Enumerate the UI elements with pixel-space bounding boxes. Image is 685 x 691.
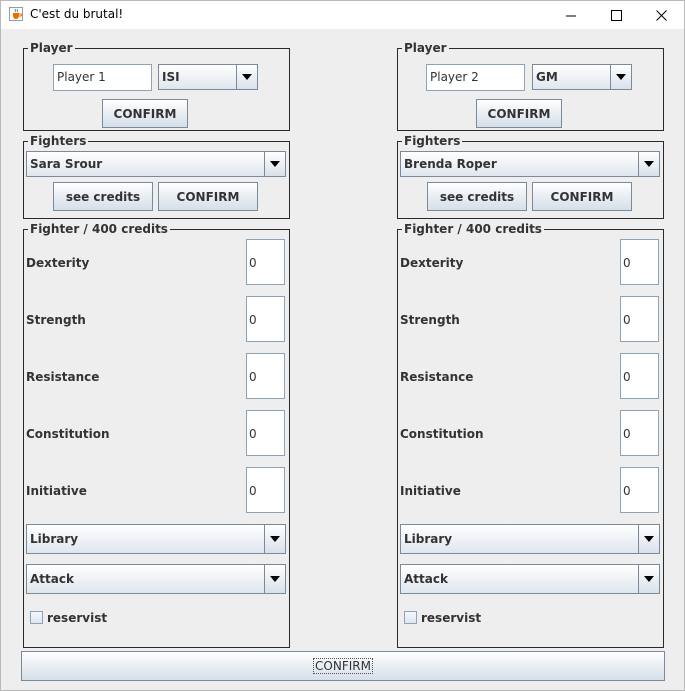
player-1-reservist-label: reservist (47, 611, 108, 625)
player-2-strategy-value: Library (404, 532, 453, 546)
minimize-button[interactable] (548, 1, 594, 29)
player-2-school-select[interactable]: GM (532, 64, 632, 90)
player-2-strength-field[interactable]: 0 (620, 296, 659, 342)
player-2-strength-label: Strength (400, 313, 460, 327)
close-button[interactable] (638, 1, 684, 29)
player-1-dexterity-label: Dexterity (26, 256, 90, 270)
player-2-fighter-confirm-button[interactable]: CONFIRM (532, 182, 632, 211)
player-1-action-value: Attack (30, 572, 74, 586)
player-1-school-value: ISI (162, 70, 180, 84)
chevron-down-icon (638, 565, 659, 593)
player-2-see-credits-button[interactable]: see credits (427, 182, 527, 211)
player-2-confirm-button[interactable]: CONFIRM (476, 99, 562, 128)
player-1-fighter-select[interactable]: Sara Srour (26, 151, 286, 177)
title-bar: C'est du brutal! (1, 1, 684, 29)
player-2-initiative-label: Initiative (400, 484, 461, 498)
player-1-constitution-field[interactable]: 0 (246, 410, 285, 456)
app-window: C'est du brutal! Player Player 1 ISI CON… (0, 0, 685, 691)
confirm-all-button[interactable]: CONFIRM (21, 651, 665, 681)
player-2-action-value: Attack (404, 572, 448, 586)
player-1-strategy-select[interactable]: Library (26, 524, 286, 554)
player-2-resistance-field[interactable]: 0 (620, 353, 659, 399)
player-1-fighter-confirm-button[interactable]: CONFIRM (158, 182, 258, 211)
player-1-dexterity-field[interactable]: 0 (246, 239, 285, 285)
player-1-strength-field[interactable]: 0 (246, 296, 285, 342)
player-2-initiative-field[interactable]: 0 (620, 467, 659, 513)
player-1-strategy-value: Library (30, 532, 79, 546)
player-2-school-value: GM (536, 70, 558, 84)
player-2-stats-legend: Fighter / 400 credits (402, 222, 544, 236)
player-2-constitution-label: Constitution (400, 427, 484, 441)
java-cup-icon (9, 7, 23, 21)
player-1-initiative-field[interactable]: 0 (246, 467, 285, 513)
minimize-icon (565, 15, 576, 16)
player-2-action-select[interactable]: Attack (400, 564, 660, 594)
player-2-reservist-label: reservist (421, 611, 482, 625)
player-1-initiative-label: Initiative (26, 484, 87, 498)
player-1-fighters-legend: Fighters (28, 134, 89, 148)
chevron-down-icon (264, 525, 285, 553)
player-2-reservist-checkbox[interactable] (404, 611, 417, 624)
player-1-action-select[interactable]: Attack (26, 564, 286, 594)
player-1-strength-label: Strength (26, 313, 86, 327)
player-2-dexterity-label: Dexterity (400, 256, 464, 270)
chevron-down-icon (264, 565, 285, 593)
chevron-down-icon (236, 65, 257, 89)
player-1-school-select[interactable]: ISI (158, 64, 258, 90)
chevron-down-icon (264, 152, 285, 176)
player-2-strategy-select[interactable]: Library (400, 524, 660, 554)
player-1-stats-legend: Fighter / 400 credits (28, 222, 170, 236)
chevron-down-icon (638, 525, 659, 553)
player-1-resistance-label: Resistance (26, 370, 100, 384)
player-1-legend: Player (28, 41, 75, 55)
player-2-fighter-value: Brenda Roper (404, 157, 497, 171)
player-1-name-field[interactable]: Player 1 (53, 64, 152, 91)
player-2-fighter-select[interactable]: Brenda Roper (400, 151, 660, 177)
maximize-icon (610, 9, 622, 21)
player-2-resistance-label: Resistance (400, 370, 474, 384)
player-1-reservist-checkbox[interactable] (30, 611, 43, 624)
chevron-down-icon (638, 152, 659, 176)
close-icon (655, 9, 667, 21)
player-1-fighter-value: Sara Srour (30, 157, 103, 171)
player-2-legend: Player (402, 41, 449, 55)
window-title: C'est du brutal! (30, 7, 124, 21)
player-2-constitution-field[interactable]: 0 (620, 410, 659, 456)
player-1-constitution-label: Constitution (26, 427, 110, 441)
player-2-fighters-legend: Fighters (402, 134, 463, 148)
player-1-confirm-button[interactable]: CONFIRM (102, 99, 188, 128)
player-2-dexterity-field[interactable]: 0 (620, 239, 659, 285)
chevron-down-icon (610, 65, 631, 89)
player-1-resistance-field[interactable]: 0 (246, 353, 285, 399)
player-1-see-credits-button[interactable]: see credits (53, 182, 153, 211)
maximize-button[interactable] (593, 1, 639, 29)
confirm-all-label: CONFIRM (313, 658, 373, 674)
player-2-name-field[interactable]: Player 2 (426, 64, 525, 91)
